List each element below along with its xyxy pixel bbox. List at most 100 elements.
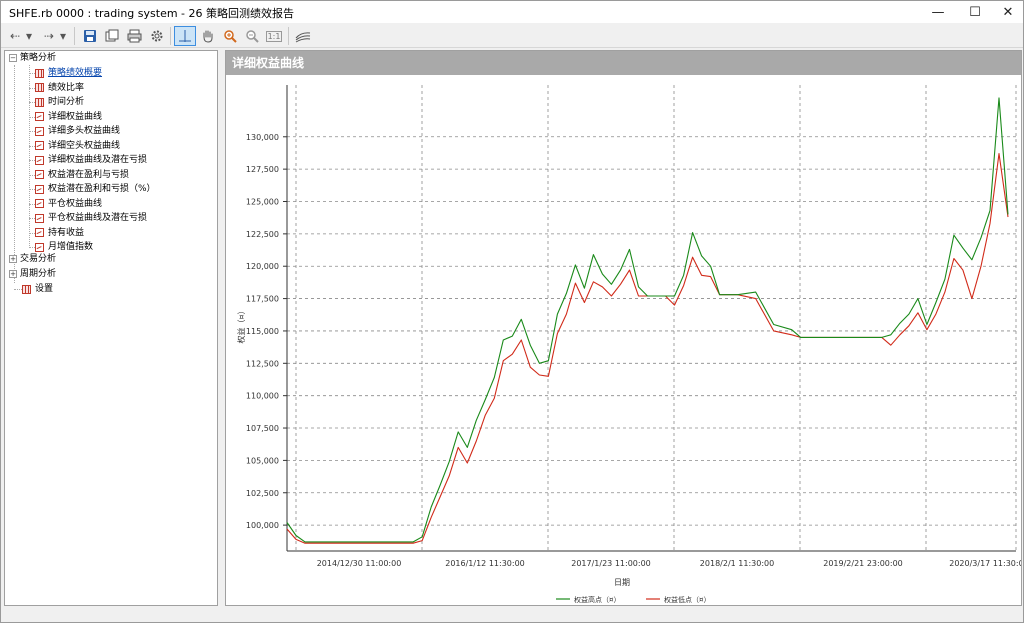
x-tick-label: 2014/12/30 11:00:00 — [317, 559, 402, 568]
back-button[interactable]: ⇠ — [5, 26, 25, 46]
tree-item-label: 详细权益曲线及潜在亏损 — [48, 155, 148, 165]
tree-line — [29, 232, 35, 234]
series-line-high — [286, 97, 1009, 543]
tree-line — [29, 174, 35, 176]
tree-group-period[interactable]: + 周期分析 — [9, 267, 56, 281]
tree-item[interactable]: 详细权益曲线及潜在亏损 — [35, 153, 147, 167]
tree-item[interactable]: 详细多头权益曲线 — [35, 124, 120, 138]
tree-item[interactable]: 绩效比率 — [35, 81, 84, 95]
print-button[interactable] — [124, 26, 144, 46]
expand-icon[interactable]: + — [9, 270, 17, 278]
close-button[interactable]: ✕ — [991, 1, 1024, 23]
equity-chart[interactable]: 100,000 102,500 105,000 107,500 110,000 112,5… — [226, 77, 1021, 605]
tree-group-trade[interactable]: + 交易分析 — [9, 252, 56, 266]
tree-item[interactable]: 详细权益曲线 — [35, 110, 102, 124]
line-chart-icon — [35, 155, 44, 165]
line-chart-icon — [35, 242, 44, 252]
crosshair-button[interactable] — [174, 26, 196, 46]
status-bar — [1, 608, 1023, 622]
grid-icon — [35, 68, 44, 78]
x-tick-label: 2018/2/1 11:30:00 — [700, 559, 774, 568]
y-tick-label: 107,500 — [246, 424, 279, 433]
line-chart-icon — [35, 228, 44, 237]
line-chart-icon — [35, 141, 44, 150]
y-tick-label: 110,000 — [246, 392, 279, 401]
wind-icon — [295, 32, 311, 43]
tree-item[interactable]: 平仓权益曲线 — [35, 197, 102, 211]
legend-label: 权益低点（¤） — [664, 595, 710, 604]
zoom-in-button[interactable] — [220, 26, 240, 46]
tree-item[interactable]: 详细空头权益曲线 — [35, 139, 120, 153]
tree-item-label: 绩效比率 — [48, 82, 85, 93]
save-button[interactable] — [80, 26, 100, 46]
y-tick-label: 115,000 — [246, 327, 279, 336]
tree-item[interactable]: 权益潜在盈利与亏损 — [35, 168, 129, 182]
y-axis-label: 权益（¤） — [236, 306, 246, 343]
toolbar-separator — [170, 27, 171, 45]
back-dropdown-button[interactable]: ▾ — [23, 26, 35, 46]
y-tick-label: 127,500 — [246, 165, 279, 174]
tree-line — [29, 218, 35, 219]
settings-button[interactable] — [147, 26, 167, 46]
zoom-out-button[interactable] — [242, 26, 262, 46]
title-bar[interactable]: SHFE.rb 0000 : trading system - 26 策略回测绩… — [1, 1, 1023, 23]
tree-item[interactable]: 策略绩效概要 — [35, 66, 102, 80]
forward-dropdown-button[interactable]: ▾ — [57, 26, 69, 46]
tree-item-label: 设置 — [35, 284, 54, 294]
zoom-in-icon — [224, 30, 237, 43]
tree-group-label: 周期分析 — [20, 269, 57, 279]
tree-line — [29, 145, 35, 147]
report-panel: 详细权益曲线 100,000 102,500 105,000 107,500 110,0… — [225, 50, 1022, 606]
tree-item[interactable]: 持有收益 — [35, 226, 84, 240]
sync-button[interactable] — [293, 26, 313, 46]
grid-icon — [35, 83, 44, 92]
y-tick-label: 122,500 — [246, 230, 279, 239]
tree-item[interactable]: 权益潜在盈利和亏损（%） — [35, 182, 156, 196]
save-icon — [84, 30, 96, 42]
line-chart-icon — [35, 126, 44, 136]
tree-line — [29, 203, 35, 205]
x-tick-label: 2016/1/12 11:30:00 — [445, 559, 525, 568]
line-chart-icon — [35, 112, 44, 121]
collapse-icon[interactable]: − — [9, 54, 17, 62]
legend-label: 权益高点（¤） — [574, 595, 620, 604]
y-tick-label: 117,500 — [246, 295, 279, 304]
y-tick-label: 130,000 — [246, 133, 279, 142]
x-tick-label: 2019/2/21 23:00:00 — [823, 559, 903, 568]
expand-icon[interactable]: + — [9, 255, 17, 263]
tree-line — [14, 289, 22, 290]
tree-item-label: 平仓权益曲线及潜在亏损 — [48, 213, 148, 223]
copy-button[interactable] — [102, 26, 122, 46]
tree-item-label: 策略绩效概要 — [48, 68, 103, 78]
navigation-tree: − 策略分析 策略绩效概要 绩效比率时间分析详细权益曲线详细多头权益曲线详细空头权… — [4, 50, 218, 606]
tree-group-label: 交易分析 — [20, 254, 57, 264]
tree-group-strategy[interactable]: − 策略分析 — [9, 51, 56, 65]
forward-button[interactable]: ⇢ — [39, 26, 59, 46]
tree-line — [29, 160, 35, 161]
tree-item-label: 详细空头权益曲线 — [48, 140, 121, 151]
app-window: SHFE.rb 0000 : trading system - 26 策略回测绩… — [0, 0, 1024, 623]
zoom-reset-button[interactable]: 1:1 — [264, 26, 284, 46]
tree-line — [29, 247, 35, 248]
toolbar-separator — [288, 27, 289, 45]
tree-line — [29, 87, 35, 89]
pan-button[interactable] — [198, 26, 218, 46]
grid-icon — [35, 97, 44, 107]
gear-icon — [151, 30, 163, 42]
copy-icon — [105, 29, 119, 42]
minimize-button[interactable]: — — [921, 1, 955, 23]
tree-item-label: 权益潜在盈利与亏损 — [48, 169, 130, 180]
toolbar-separator — [74, 27, 75, 45]
zoom-reset-label: 1:1 — [265, 30, 283, 42]
line-chart-icon — [35, 199, 44, 208]
maximize-button[interactable]: ☐ — [958, 1, 992, 23]
x-tick-label: 2017/1/23 11:00:00 — [571, 559, 651, 568]
tree-item-label: 详细权益曲线 — [48, 111, 103, 122]
tree-item[interactable]: 平仓权益曲线及潜在亏损 — [35, 211, 147, 225]
y-tick-label: 100,000 — [246, 521, 279, 530]
toolbar: ⇠ ▾ ⇢ ▾ 1:1 — [1, 24, 1023, 48]
tree-item[interactable]: 时间分析 — [35, 95, 84, 109]
tree-item-settings[interactable]: 设置 — [22, 282, 53, 296]
tree-line — [14, 65, 15, 283]
hand-icon — [203, 30, 213, 43]
